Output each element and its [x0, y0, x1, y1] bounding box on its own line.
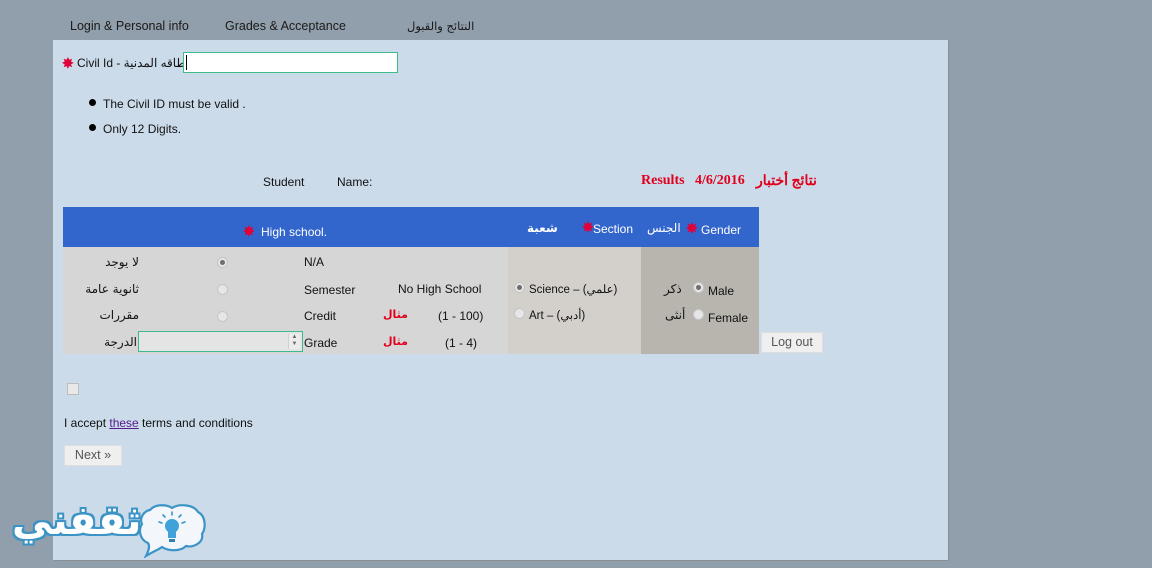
example-label: مثال [383, 335, 408, 348]
high-school-option-ar: مقررات [99, 308, 139, 322]
civil-id-input[interactable] [183, 52, 398, 73]
tab-login-personal-info[interactable]: Login & Personal info [70, 19, 189, 33]
high-school-option-en: Credit [304, 309, 337, 323]
required-asterisk-icon: ✸ [243, 223, 255, 239]
grade-label: Grade [304, 336, 338, 350]
high-school-header: High school. [261, 225, 328, 239]
accept-terms-checkbox[interactable] [67, 383, 79, 395]
lightbulb-speech-bubble-icon [138, 504, 206, 558]
gender-header: Gender [701, 223, 742, 237]
high-school-radio-na[interactable] [217, 257, 228, 268]
section-column [508, 247, 641, 354]
gender-column [641, 247, 759, 354]
range-label: (1 - 100) [438, 309, 484, 323]
required-asterisk-icon: ✸ [686, 220, 698, 236]
required-asterisk-icon: ✸ [62, 55, 74, 71]
grade-spinner[interactable]: ▲ ▼ [288, 334, 300, 349]
bullet-icon [89, 124, 96, 131]
section-radio-science[interactable] [514, 282, 525, 293]
high-school-radio-credit[interactable] [217, 311, 228, 322]
logout-button[interactable]: Log out [761, 332, 823, 353]
section-option-label: Science – (علمي) [529, 284, 618, 296]
results-title-ar: نتائج أختبار [756, 174, 817, 189]
range-label: (1 - 4) [445, 336, 478, 350]
example-label: مثال [383, 308, 408, 321]
results-date: 4/6/2016 [695, 173, 745, 188]
required-asterisk-icon: ✸ [582, 219, 594, 235]
tab-grades-acceptance[interactable]: Grades & Acceptance [225, 19, 346, 33]
gender-option-label: Male [708, 284, 735, 298]
student-label: Student [263, 175, 305, 189]
section-radio-art[interactable] [514, 308, 525, 319]
grade-input[interactable]: ▲ ▼ [138, 331, 303, 352]
section-header: Section [593, 222, 634, 236]
terms-suffix: terms and conditions [138, 416, 253, 430]
results-label: Results [641, 173, 685, 188]
spinner-down-icon[interactable]: ▼ [289, 341, 300, 348]
high-school-option-en: N/A [304, 255, 325, 269]
terms-prefix: I accept [64, 416, 110, 430]
bullet-icon [89, 99, 96, 106]
high-school-option-ar: ثانوية عامة [85, 282, 139, 296]
gender-option-ar: أنثى [665, 308, 686, 322]
section-header-ar: شعبة [527, 221, 558, 235]
tab-results-acceptance[interactable]: النتائج والقبول [407, 19, 474, 33]
gender-option-label: Female [708, 311, 749, 325]
gender-header-ar: الجنس [647, 221, 681, 235]
civil-id-label: Civil Id - البطاقه المدنية [77, 56, 197, 70]
terms-link[interactable]: these [109, 416, 138, 430]
watermark-logo-text: ثقفني [12, 498, 142, 544]
high-school-radio-semester[interactable] [217, 284, 228, 295]
terms-text: I accept these terms and conditions [64, 416, 253, 430]
high-school-info: No High School [398, 282, 482, 296]
high-school-option-en: Semester [304, 283, 356, 297]
name-label: Name: [337, 175, 373, 189]
gender-option-ar: ذكر [664, 282, 682, 296]
text-caret [186, 55, 187, 70]
gender-radio-male[interactable] [693, 282, 704, 293]
rule-item: Only 12 Digits. [103, 122, 182, 136]
spinner-up-icon[interactable]: ▲ [289, 334, 300, 341]
high-school-option-ar: لا يوجد [105, 255, 139, 269]
grade-label-ar: الدرجة [104, 335, 137, 349]
rule-item: The Civil ID must be valid . [103, 97, 246, 111]
section-option-label: Art – (أدبي) [529, 310, 586, 322]
next-button[interactable]: Next » [64, 445, 122, 466]
gender-radio-female[interactable] [693, 309, 704, 320]
